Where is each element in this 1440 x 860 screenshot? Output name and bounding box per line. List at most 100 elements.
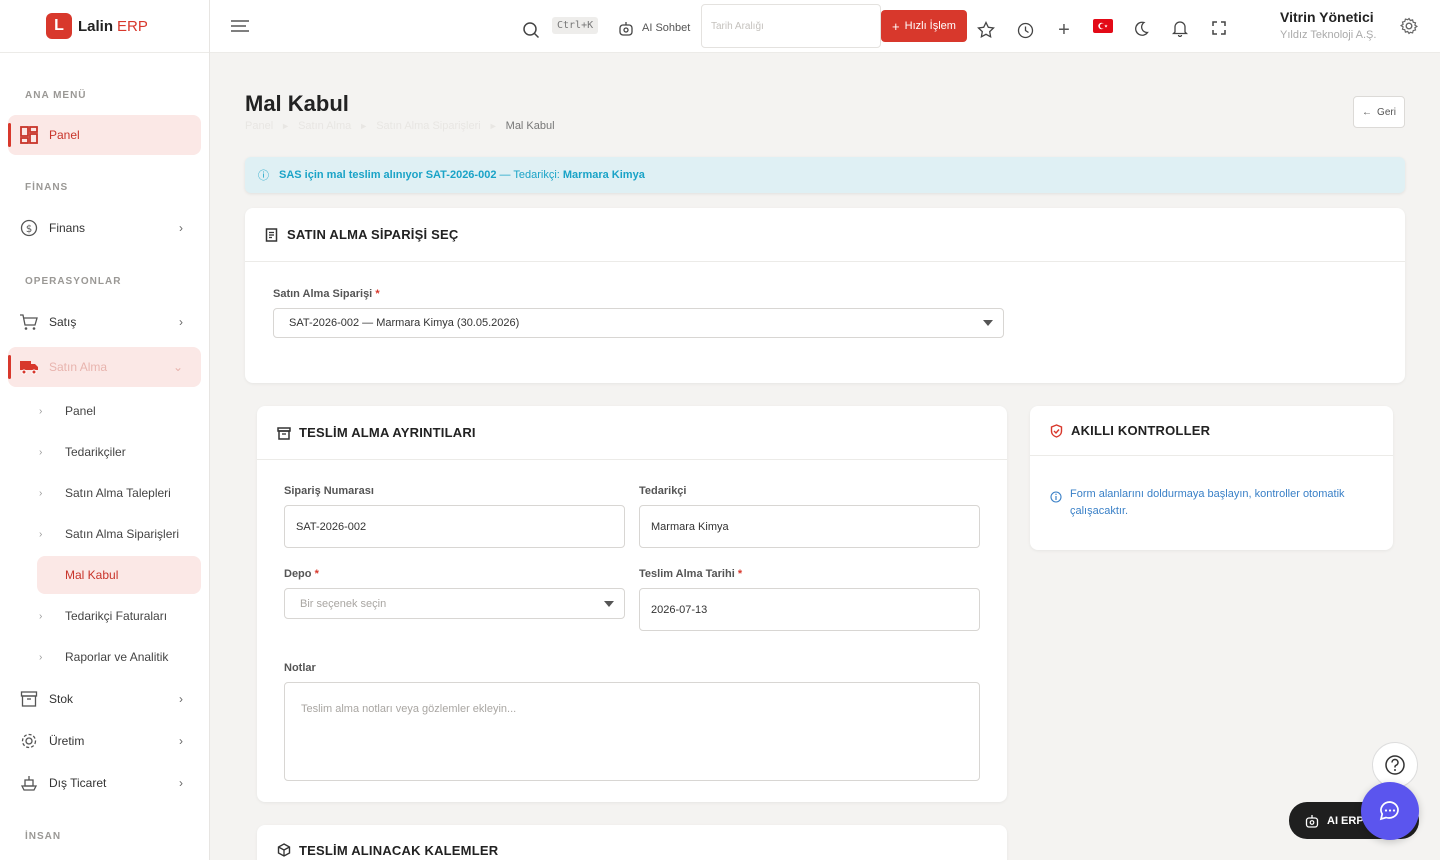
warehouse-select[interactable]: Bir seçenek seçin bbox=[284, 588, 625, 619]
sidebar-item-uretim[interactable]: Üretim › bbox=[8, 721, 201, 761]
receipt-details-card: TESLİM ALMA AYRINTILARI Sipariş Numarası… bbox=[257, 406, 1007, 802]
date-range-input[interactable]: Tarih Aralığı bbox=[701, 4, 881, 48]
sidebar-item-satin-alma[interactable]: Satın Alma ⌄ bbox=[8, 347, 201, 387]
card-title: TESLİM ALMA AYRINTILARI bbox=[299, 425, 476, 440]
section-label-finance: FİNANS bbox=[25, 182, 69, 193]
card-title: SATIN ALMA SİPARİŞİ SEÇ bbox=[287, 227, 459, 242]
shield-check-icon bbox=[1050, 423, 1063, 438]
chevron-right-icon: › bbox=[179, 734, 183, 748]
chevron-right-icon: › bbox=[39, 405, 43, 417]
caret-down-icon bbox=[983, 320, 993, 326]
card-header: SATIN ALMA SİPARİŞİ SEÇ bbox=[245, 208, 1405, 262]
turkish-flag-icon[interactable] bbox=[1093, 19, 1113, 33]
fullscreen-icon[interactable] bbox=[1208, 17, 1230, 39]
quick-action-button[interactable]: + Hızlı İşlem bbox=[881, 10, 967, 42]
chevron-down-icon: ⌄ bbox=[172, 360, 183, 374]
receipt-date-label: Teslim Alma Tarihi * bbox=[639, 568, 743, 580]
plus-icon: + bbox=[892, 18, 900, 34]
help-button[interactable] bbox=[1372, 742, 1418, 788]
chevron-right-icon: › bbox=[179, 315, 183, 329]
user-name[interactable]: Vitrin Yönetici bbox=[1280, 9, 1374, 25]
sidebar-subitem-faturalar[interactable]: › Tedarikçi Faturaları bbox=[37, 597, 201, 635]
back-button[interactable]: ← Geri bbox=[1353, 96, 1405, 128]
breadcrumb: Panel ► Satın Alma ► Satın Alma Siparişl… bbox=[245, 120, 555, 132]
brand-name: Lalin bbox=[78, 17, 114, 35]
section-label-main: ANA MENÜ bbox=[25, 90, 87, 101]
sidebar-subitem-tedarikciler[interactable]: › Tedarikçiler bbox=[37, 433, 201, 471]
sidebar-item-label: Finans bbox=[49, 221, 86, 235]
chevron-right-icon: › bbox=[39, 487, 43, 499]
alert-text-prefix: SAS için mal teslim alınıyor SAT-2026-00… bbox=[279, 169, 497, 181]
subitem-label: Satın Alma Siparişleri bbox=[65, 527, 180, 541]
alert-text-middle: — Tedarikçi: bbox=[496, 169, 563, 181]
notes-textarea[interactable]: Teslim alma notları veya gözlemler ekley… bbox=[284, 682, 980, 781]
breadcrumb-link[interactable]: Satın Alma Siparişleri bbox=[376, 120, 481, 132]
ship-icon bbox=[19, 773, 39, 793]
settings-icon[interactable] bbox=[1398, 15, 1420, 37]
add-icon[interactable]: + bbox=[1053, 19, 1075, 41]
sidebar-item-label: Dış Ticaret bbox=[49, 776, 107, 790]
alert-supplier: Marmara Kimya bbox=[562, 169, 645, 181]
breadcrumb-link[interactable]: Panel bbox=[245, 120, 273, 132]
section-label-hr: İNSAN bbox=[25, 831, 62, 842]
card-title: AKILLI KONTROLLER bbox=[1071, 423, 1211, 438]
robot-icon bbox=[619, 22, 633, 36]
card-header: TESLİM ALMA AYRINTILARI bbox=[257, 406, 1007, 460]
smart-controls-info: Form alanlarını doldurmaya başlayın, kon… bbox=[1070, 488, 1345, 517]
brand-sub: ERP bbox=[117, 17, 148, 35]
supplier-label: Tedarikçi bbox=[639, 485, 687, 497]
receipt-date-field[interactable]: 2026-07-13 bbox=[639, 588, 980, 631]
sidebar-item-dis-ticaret[interactable]: Dış Ticaret › bbox=[8, 763, 201, 803]
subitem-label: Satın Alma Talepleri bbox=[65, 486, 171, 500]
purchase-order-select[interactable]: SAT-2026-002 — Marmara Kimya (30.05.2026… bbox=[273, 308, 1004, 338]
menu-toggle-icon[interactable] bbox=[228, 15, 252, 37]
chat-button[interactable] bbox=[1361, 782, 1419, 840]
question-icon bbox=[1385, 755, 1405, 775]
info-alert: ⓘ SAS için mal teslim alınıyor SAT-2026-… bbox=[245, 157, 1405, 193]
breadcrumb-separator-icon: ► bbox=[359, 121, 369, 131]
subitem-label: Tedarikçi Faturaları bbox=[65, 609, 168, 623]
main-content: Mal Kabul Panel ► Satın Alma ► Satın Alm… bbox=[210, 53, 1440, 860]
moon-icon[interactable] bbox=[1130, 18, 1152, 40]
bell-icon[interactable] bbox=[1169, 17, 1191, 39]
chat-bubble-icon bbox=[1379, 801, 1399, 821]
order-number-field[interactable]: SAT-2026-002 bbox=[284, 505, 625, 548]
chevron-right-icon: › bbox=[179, 776, 183, 790]
dashboard-icon bbox=[19, 125, 39, 145]
ai-chat-button[interactable]: AI Sohbet bbox=[618, 18, 690, 38]
sidebar-subitem-mal-kabul[interactable]: Mal Kabul bbox=[37, 556, 201, 594]
info-icon: ⓘ bbox=[258, 170, 269, 182]
svg-text:$: $ bbox=[26, 224, 32, 235]
info-icon bbox=[1050, 490, 1062, 508]
notes-label: Notlar bbox=[284, 662, 316, 674]
archive-icon bbox=[277, 426, 291, 440]
brand[interactable]: L Lalin ERP bbox=[0, 0, 209, 53]
supplier-field[interactable]: Marmara Kimya bbox=[639, 505, 980, 548]
breadcrumb-separator-icon: ► bbox=[488, 121, 498, 131]
chevron-right-icon: › bbox=[39, 610, 43, 622]
sidebar: L Lalin ERP ANA MENÜ Panel FİNANS $ Fina… bbox=[0, 0, 210, 860]
items-card: TESLİM ALINACAK KALEMLER bbox=[257, 825, 1007, 860]
sidebar-subitem-siparisler[interactable]: › Satın Alma Siparişleri bbox=[37, 515, 201, 553]
sidebar-subitem-panel[interactable]: › Panel bbox=[37, 392, 201, 430]
order-number-label: Sipariş Numarası bbox=[284, 485, 374, 497]
gear-icon bbox=[19, 731, 39, 751]
sidebar-item-panel[interactable]: Panel bbox=[8, 115, 201, 155]
sidebar-item-finans[interactable]: $ Finans › bbox=[8, 208, 201, 248]
star-icon[interactable] bbox=[975, 19, 997, 41]
search-icon[interactable] bbox=[520, 19, 542, 41]
breadcrumb-link[interactable]: Satın Alma bbox=[298, 120, 351, 132]
sidebar-subitem-talepler[interactable]: › Satın Alma Talepleri bbox=[37, 474, 201, 512]
chevron-right-icon: › bbox=[39, 528, 43, 540]
sidebar-item-satis[interactable]: Satış › bbox=[8, 302, 201, 342]
clock-icon[interactable] bbox=[1014, 19, 1036, 41]
page-title: Mal Kabul bbox=[245, 91, 349, 116]
subitem-label: Tedarikçiler bbox=[65, 445, 126, 459]
subitem-label: Mal Kabul bbox=[65, 568, 119, 582]
archive-icon bbox=[19, 689, 39, 709]
sidebar-item-stok[interactable]: Stok › bbox=[8, 679, 201, 719]
smart-controls-card: AKILLI KONTROLLER Form alanlarını doldur… bbox=[1030, 406, 1393, 550]
sidebar-subitem-raporlar[interactable]: › Raporlar ve Analitik bbox=[37, 638, 201, 676]
shortcut-badge: Ctrl+K bbox=[552, 17, 599, 34]
order-select-card: SATIN ALMA SİPARİŞİ SEÇ Satın Alma Sipar… bbox=[245, 208, 1405, 383]
